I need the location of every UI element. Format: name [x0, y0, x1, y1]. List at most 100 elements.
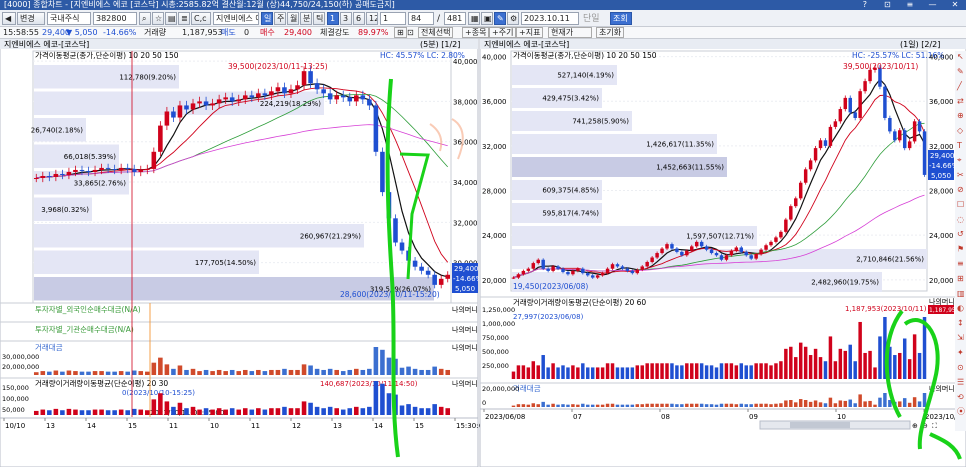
- toolstrip-tool-icon[interactable]: ◐: [957, 304, 964, 313]
- candle: [151, 151, 157, 169]
- pin-icon[interactable]: ⊡: [880, 0, 894, 10]
- toolstrip-tool-icon[interactable]: ▥: [957, 289, 965, 298]
- toolstrip-tool-icon[interactable]: ✦: [957, 348, 964, 357]
- toolstrip-tool-icon[interactable]: ⊙: [957, 363, 964, 372]
- toolstrip-tool-icon[interactable]: ↖: [957, 52, 964, 61]
- candle: [242, 95, 248, 100]
- expand-icon[interactable]: ⛶: [932, 422, 937, 430]
- period-week-button[interactable]: 주: [274, 12, 286, 25]
- indicator-list-icon[interactable]: ⊞: [394, 27, 407, 38]
- volume-bar: [282, 406, 287, 415]
- left-mini-label-3[interactable]: 나의머니: [452, 379, 478, 388]
- toolstrip-tool-icon[interactable]: ⌖: [957, 156, 962, 165]
- add-stock-button[interactable]: +종목: [462, 27, 490, 38]
- toolstrip-tool-icon[interactable]: ⟲: [957, 392, 964, 401]
- close-icon[interactable]: ✕: [948, 0, 962, 10]
- calendar-icon[interactable]: ▣: [481, 12, 493, 25]
- toolstrip-tool-icon[interactable]: ⦿: [957, 407, 965, 416]
- right-scroll-thumb[interactable]: [790, 422, 850, 428]
- interval-12-button[interactable]: 12: [366, 12, 378, 25]
- stock-name-field[interactable]: 지엔비에스 에...: [213, 12, 259, 25]
- amount-bar: [883, 393, 887, 407]
- current-price-select[interactable]: 현재가: [548, 27, 592, 38]
- toolstrip-tool-icon[interactable]: ↺: [957, 230, 964, 239]
- toolstrip-tool-icon[interactable]: ↕: [957, 318, 964, 327]
- toolstrip-tool-icon[interactable]: ⊘: [957, 185, 964, 194]
- toolstrip-tool-icon[interactable]: ✎: [957, 67, 964, 76]
- filter-icon[interactable]: ▤: [165, 12, 177, 25]
- stock-code-input[interactable]: 382800: [93, 12, 137, 25]
- volume-bar: [571, 365, 575, 379]
- candle: [566, 272, 570, 275]
- toolstrip-tool-icon[interactable]: ◇: [957, 126, 964, 135]
- right-mini-label-0[interactable]: 나의머니: [929, 297, 955, 306]
- left-mini-label-0[interactable]: 나의머니: [452, 305, 478, 314]
- left-mini-label-2[interactable]: 나의머니: [452, 343, 478, 352]
- prev-stock-button[interactable]: ◀: [2, 12, 16, 25]
- menu-icon[interactable]: ≡: [903, 0, 917, 10]
- quote-change: ▼ 5,050: [66, 28, 98, 37]
- period-tick-button[interactable]: 틱: [313, 12, 325, 25]
- interval-3-button[interactable]: 3: [340, 12, 352, 25]
- toolstrip-tool-icon[interactable]: ⊕: [957, 111, 964, 120]
- add-period-button[interactable]: +주기: [489, 27, 517, 38]
- volume-bar: [878, 336, 882, 379]
- toolstrip-tool-icon[interactable]: ☐: [957, 200, 964, 209]
- grid-icon[interactable]: ▦: [468, 12, 480, 25]
- toolstrip-tool-icon[interactable]: ◌: [957, 215, 964, 224]
- candle: [380, 151, 385, 193]
- interval-6-button[interactable]: 6: [353, 12, 365, 25]
- amount-bar: [92, 371, 98, 375]
- date-input[interactable]: 2023.10.11: [521, 12, 579, 25]
- minimize-icon[interactable]: —: [925, 0, 939, 10]
- toolstrip-tool-icon[interactable]: ⚑: [957, 244, 964, 253]
- query-button[interactable]: 조회: [610, 12, 632, 25]
- candle: [262, 93, 268, 96]
- toolstrip-tool-icon[interactable]: ⇲: [957, 333, 964, 342]
- volume-bar: [308, 402, 313, 415]
- bracket-icon[interactable]: ⊡: [407, 27, 414, 38]
- price-tick-label: 32,000: [482, 143, 507, 151]
- charts-area[interactable]: 지엔비에스 에코-[코스닥] (5분) [1/2] 112,780(9.20%)…: [0, 39, 966, 467]
- amount-bar: [586, 404, 590, 407]
- toolstrip-tool-icon[interactable]: T: [956, 141, 962, 150]
- period-day-button[interactable]: 일: [261, 12, 273, 25]
- compare-button[interactable]: C,c: [191, 12, 211, 25]
- reset-button[interactable]: 초기화: [596, 27, 625, 38]
- toolstrip-tool-icon[interactable]: ⊞: [957, 274, 964, 283]
- interval-custom-input[interactable]: 1: [380, 12, 406, 25]
- period-month-button[interactable]: 월: [287, 12, 299, 25]
- market-select[interactable]: 국내주식: [47, 12, 91, 25]
- toolstrip-tool-icon[interactable]: ✂: [957, 170, 964, 179]
- amount-bar: [818, 402, 823, 407]
- toolstrip-tool-icon[interactable]: ⇄: [957, 96, 964, 105]
- edit-icon[interactable]: ✎: [494, 12, 506, 25]
- time-tick-label: 10: [210, 422, 219, 430]
- amount-bar: [229, 369, 235, 375]
- change-button[interactable]: 변경: [17, 12, 45, 25]
- count-slash: /: [437, 14, 441, 24]
- volume-profile-label: 1,426,617(11.35%): [646, 141, 714, 149]
- candle: [888, 117, 892, 132]
- left-mini-label-1[interactable]: 나의머니: [452, 325, 478, 334]
- right-chart-panel[interactable]: 지엔비에스 에코-[코스닥] (1일) [2/2] 527,140(4.19%)…: [479, 39, 966, 467]
- count-input[interactable]: 84: [408, 12, 434, 25]
- toolstrip-tool-icon[interactable]: ≡: [957, 259, 964, 268]
- interval-1-button[interactable]: 1: [327, 12, 339, 25]
- amount-bar: [605, 403, 610, 407]
- settings-icon[interactable]: ⚙: [507, 12, 519, 25]
- volume-bar: [898, 352, 902, 379]
- select-all-button[interactable]: 전체선택: [418, 27, 454, 38]
- search-icon[interactable]: ⌕: [139, 12, 151, 25]
- period-minute-button[interactable]: 분: [300, 12, 312, 25]
- text-icon[interactable]: ≣: [178, 12, 190, 25]
- volume-bar: [511, 371, 516, 379]
- toolstrip-tool-icon[interactable]: ☰: [957, 378, 964, 387]
- candle: [216, 99, 222, 104]
- star-icon[interactable]: ☆: [152, 12, 164, 25]
- help-icon[interactable]: ?: [858, 0, 872, 10]
- zoom-in-icon[interactable]: ⊕: [912, 422, 918, 430]
- left-chart-panel[interactable]: 지엔비에스 에코-[코스닥] (5분) [1/2] 112,780(9.20%)…: [0, 39, 516, 467]
- add-index-button[interactable]: +지표: [516, 27, 544, 38]
- single-checkbox-label[interactable]: 단일: [583, 13, 600, 25]
